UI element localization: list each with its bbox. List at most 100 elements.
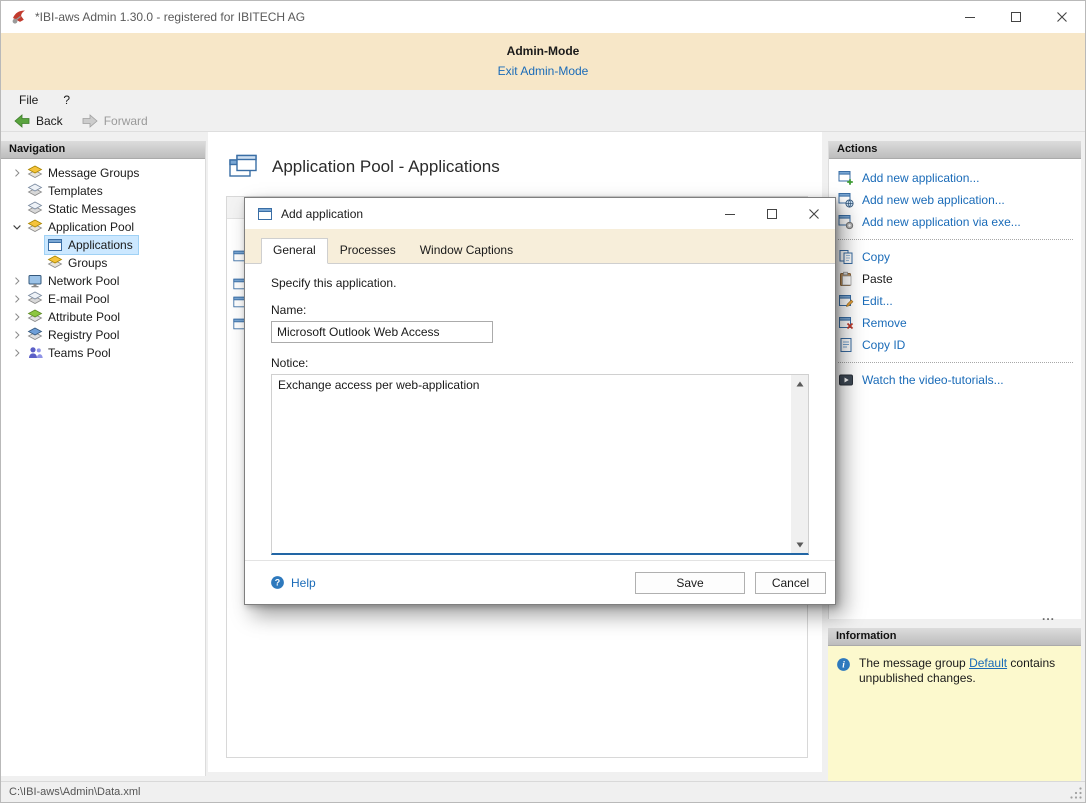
- action-paste[interactable]: Paste: [829, 268, 1081, 290]
- save-button[interactable]: Save: [635, 572, 745, 594]
- action-label: Watch the video-tutorials...: [862, 373, 1004, 387]
- dialog-description: Specify this application.: [271, 276, 809, 290]
- action-label: Copy ID: [862, 338, 905, 352]
- action-label: Add new web application...: [862, 193, 1005, 207]
- chevron-right-icon[interactable]: [9, 167, 25, 179]
- tree-item-teams-pool[interactable]: Teams Pool: [1, 344, 205, 362]
- close-button[interactable]: [1039, 1, 1085, 33]
- dialog-tabstrip: General Processes Window Captions: [245, 229, 835, 264]
- tree-item-email-pool[interactable]: E-mail Pool: [1, 290, 205, 308]
- tree-item-label: Teams Pool: [48, 346, 111, 360]
- exit-admin-mode-link[interactable]: Exit Admin-Mode: [498, 64, 589, 78]
- tree-item-label: Registry Pool: [48, 328, 119, 342]
- chevron-right-icon[interactable]: [9, 347, 25, 359]
- navigation-tree: Message Groups Templates Static Messages…: [1, 159, 205, 362]
- name-label: Name:: [271, 303, 809, 317]
- chevron-right-icon[interactable]: [9, 293, 25, 305]
- email-pool-icon: [27, 291, 43, 307]
- dialog-controls: [709, 198, 835, 229]
- chevron-right-icon[interactable]: [9, 329, 25, 341]
- tree-item-application-pool[interactable]: Application Pool: [1, 218, 205, 236]
- static-messages-icon: [27, 201, 43, 217]
- name-input[interactable]: [271, 321, 493, 343]
- dialog-window-icon: [257, 206, 273, 222]
- tree-item-attribute-pool[interactable]: Attribute Pool: [1, 308, 205, 326]
- action-label: Add new application via exe...: [862, 215, 1021, 229]
- panel-splitter-handle[interactable]: ...: [828, 609, 1081, 623]
- status-bar: C:\IBI-aws\Admin\Data.xml: [1, 781, 1085, 802]
- action-add-application-via-exe[interactable]: Add new application via exe...: [829, 211, 1081, 233]
- action-watch-video-tutorials[interactable]: Watch the video-tutorials...: [829, 369, 1081, 391]
- maximize-button[interactable]: [993, 1, 1039, 33]
- tree-item-network-pool[interactable]: Network Pool: [1, 272, 205, 290]
- actions-separator: [838, 362, 1073, 363]
- chevron-right-icon[interactable]: [9, 311, 25, 323]
- chevron-down-icon[interactable]: [9, 221, 25, 233]
- tab-window-captions[interactable]: Window Captions: [408, 238, 525, 263]
- action-edit[interactable]: Edit...: [829, 290, 1081, 312]
- dialog-close-button[interactable]: [793, 198, 835, 229]
- menu-help[interactable]: ?: [54, 91, 79, 109]
- actions-header: Actions: [829, 141, 1081, 159]
- add-application-dialog: Add application General Processes Window…: [244, 197, 836, 605]
- resize-grip-icon[interactable]: [1069, 786, 1083, 800]
- tree-item-templates[interactable]: Templates: [1, 182, 205, 200]
- templates-icon: [27, 183, 43, 199]
- action-remove[interactable]: Remove: [829, 312, 1081, 334]
- action-label: Paste: [862, 272, 893, 286]
- action-add-new-web-application[interactable]: Add new web application...: [829, 189, 1081, 211]
- back-arrow-icon: [13, 113, 31, 129]
- information-header: Information: [828, 628, 1081, 646]
- default-message-group-link[interactable]: Default: [969, 656, 1007, 670]
- notice-textarea[interactable]: Exchange access per web-application: [272, 375, 791, 553]
- tree-item-message-groups[interactable]: Message Groups: [1, 164, 205, 182]
- actions-separator: [838, 239, 1073, 240]
- forward-button[interactable]: Forward: [75, 111, 154, 131]
- chevron-right-icon[interactable]: [9, 275, 25, 287]
- action-add-new-application[interactable]: Add new application...: [829, 167, 1081, 189]
- tree-item-applications[interactable]: Applications: [1, 236, 205, 254]
- action-label: Remove: [862, 316, 907, 330]
- registry-pool-icon: [27, 327, 43, 343]
- tree-item-static-messages[interactable]: Static Messages: [1, 200, 205, 218]
- scroll-up-arrow[interactable]: [791, 375, 808, 392]
- app-logo-icon: [11, 9, 27, 25]
- statusbar-file-path: C:\IBI-aws\Admin\Data.xml: [9, 786, 140, 798]
- applications-page-icon: [228, 154, 258, 180]
- toolbar: Back Forward: [1, 110, 1085, 132]
- action-copy-id[interactable]: Copy ID: [829, 334, 1081, 356]
- tree-item-label: Static Messages: [48, 202, 136, 216]
- menu-bar: File ?: [1, 90, 1085, 110]
- scroll-down-arrow[interactable]: [791, 536, 808, 553]
- tree-item-registry-pool[interactable]: Registry Pool: [1, 326, 205, 344]
- app-window: *IBI-aws Admin 1.30.0 - registered for I…: [0, 0, 1086, 803]
- tab-processes[interactable]: Processes: [328, 238, 408, 263]
- tab-general[interactable]: General: [261, 238, 328, 264]
- cancel-button[interactable]: Cancel: [755, 572, 826, 594]
- action-label: Copy: [862, 250, 890, 264]
- notice-scrollbar[interactable]: [791, 375, 808, 553]
- add-application-exe-icon: [838, 214, 854, 230]
- dialog-minimize-button[interactable]: [709, 198, 751, 229]
- dialog-maximize-button[interactable]: [751, 198, 793, 229]
- forward-arrow-icon: [81, 113, 99, 129]
- tree-item-groups[interactable]: Groups: [1, 254, 205, 272]
- window-title: *IBI-aws Admin 1.30.0 - registered for I…: [35, 10, 305, 24]
- dialog-footer: Help Save Cancel: [245, 560, 835, 604]
- applications-icon: [47, 237, 63, 253]
- menu-file[interactable]: File: [10, 91, 47, 109]
- tree-item-label: Templates: [48, 184, 103, 198]
- information-text-before: The message group: [859, 656, 969, 670]
- minimize-button[interactable]: [947, 1, 993, 33]
- tree-item-label: Message Groups: [48, 166, 139, 180]
- back-button[interactable]: Back: [7, 111, 69, 131]
- close-icon: [808, 208, 820, 220]
- help-icon: [270, 575, 285, 590]
- dialog-title: Add application: [281, 207, 363, 221]
- notice-field-frame: Exchange access per web-application: [271, 374, 809, 555]
- help-link[interactable]: Help: [270, 575, 316, 590]
- help-label: Help: [291, 576, 316, 590]
- action-copy[interactable]: Copy: [829, 246, 1081, 268]
- back-label: Back: [36, 114, 63, 128]
- remove-icon: [838, 315, 854, 331]
